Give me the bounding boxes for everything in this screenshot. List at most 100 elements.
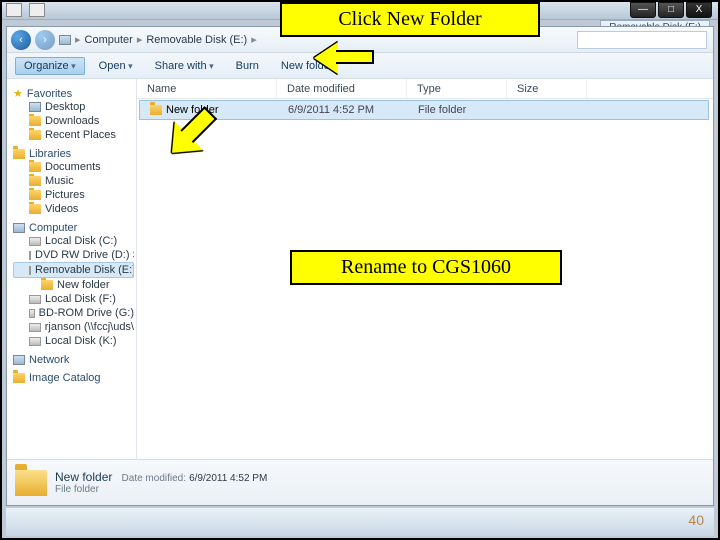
minimize-button[interactable]: — — [630, 2, 656, 18]
sidebar-item-network-drive[interactable]: rjanson (\\fccj\uds\ — [13, 320, 134, 334]
organize-button[interactable]: Organize — [15, 57, 85, 75]
sidebar-label: Removable Disk (E:) — [35, 264, 134, 276]
details-pane: New folder Date modified: 6/9/2011 4:52 … — [7, 459, 713, 505]
folder-icon — [41, 280, 53, 290]
sidebar-group-favorites[interactable]: ★ Favorites — [13, 87, 134, 100]
search-input[interactable] — [577, 31, 707, 49]
sidebar-label: Computer — [29, 222, 77, 234]
sidebar-label: Pictures — [45, 189, 85, 201]
open-button[interactable]: Open — [91, 58, 141, 74]
details-date-label: Date modified: — [122, 473, 186, 484]
sidebar-label: Recent Places — [45, 129, 116, 141]
folder-icon — [29, 162, 41, 172]
sidebar-label: Image Catalog — [29, 372, 101, 384]
sidebar-item-pictures[interactable]: Pictures — [13, 188, 134, 202]
chevron-right-icon: ▸ — [251, 33, 257, 46]
close-button[interactable]: X — [686, 2, 712, 18]
sidebar-item-documents[interactable]: Documents — [13, 160, 134, 174]
sidebar-item-drive-c[interactable]: Local Disk (C:) — [13, 234, 134, 248]
sidebar-item-new-folder[interactable]: New folder — [13, 278, 134, 292]
disc-icon — [29, 251, 31, 260]
sidebar-item-removable-e[interactable]: Removable Disk (E:) — [13, 262, 134, 278]
sidebar-label: Desktop — [45, 101, 85, 113]
sidebar-item-bdrom-g[interactable]: BD-ROM Drive (G:) — [13, 306, 134, 320]
col-header-name[interactable]: Name — [137, 79, 277, 98]
taskbar-pinned-icon — [6, 3, 22, 17]
network-icon — [13, 355, 25, 365]
sidebar-label: Music — [45, 175, 74, 187]
sidebar-label: Network — [29, 354, 69, 366]
sidebar-label: Local Disk (C:) — [45, 235, 117, 247]
sidebar-label: Documents — [45, 161, 101, 173]
computer-icon — [59, 35, 71, 45]
folder-icon — [29, 190, 41, 200]
callout-click-new-folder: Click New Folder — [280, 2, 540, 37]
sidebar-label: Libraries — [29, 148, 71, 160]
col-header-size[interactable]: Size — [507, 79, 587, 98]
sidebar-label: rjanson (\\fccj\uds\ — [45, 321, 134, 333]
maximize-button[interactable]: □ — [658, 2, 684, 18]
burn-button[interactable]: Burn — [228, 58, 267, 74]
drive-icon — [29, 295, 41, 304]
breadcrumb-computer[interactable]: Computer — [85, 34, 133, 46]
details-date: 6/9/2011 4:52 PM — [189, 473, 267, 484]
col-header-date[interactable]: Date modified — [277, 79, 407, 98]
drive-icon — [29, 337, 41, 346]
taskbar-pinned-icon — [29, 3, 45, 17]
navigation-sidebar: ★ Favorites Desktop Downloads Recent Pla… — [7, 79, 137, 459]
network-drive-icon — [29, 323, 41, 332]
sidebar-item-videos[interactable]: Videos — [13, 202, 134, 216]
breadcrumb-drive[interactable]: Removable Disk (E:) — [146, 34, 247, 46]
sidebar-label: Favorites — [27, 88, 72, 100]
arrow-left-icon — [314, 42, 338, 74]
folder-icon — [29, 116, 41, 126]
sidebar-item-music[interactable]: Music — [13, 174, 134, 188]
slide-number: 40 — [688, 512, 704, 528]
libraries-icon — [13, 149, 25, 159]
back-button[interactable]: ‹ — [11, 30, 31, 50]
sidebar-label: Videos — [45, 203, 78, 215]
disc-icon — [29, 309, 35, 318]
sidebar-item-dvd-d[interactable]: DVD RW Drive (D:) S — [13, 248, 134, 262]
sidebar-item-drive-k[interactable]: Local Disk (K:) — [13, 334, 134, 348]
folder-icon — [29, 130, 41, 140]
sidebar-item-desktop[interactable]: Desktop — [13, 100, 134, 114]
details-title: New folder — [55, 470, 112, 484]
sidebar-label: Downloads — [45, 115, 99, 127]
star-icon: ★ — [13, 87, 23, 100]
file-row-new-folder[interactable]: New folder 6/9/2011 4:52 PM File folder — [139, 100, 709, 120]
chevron-right-icon: ▸ — [75, 33, 81, 46]
drive-icon — [29, 266, 31, 275]
folder-icon — [13, 373, 25, 383]
sidebar-label: Local Disk (K:) — [45, 335, 117, 347]
share-with-button[interactable]: Share with — [147, 58, 222, 74]
desktop-icon — [29, 102, 41, 112]
folder-large-icon — [15, 470, 47, 496]
column-headers: Name Date modified Type Size — [137, 79, 713, 99]
sidebar-item-downloads[interactable]: Downloads — [13, 114, 134, 128]
sidebar-group-computer[interactable]: Computer — [13, 222, 134, 234]
sidebar-item-drive-f[interactable]: Local Disk (F:) — [13, 292, 134, 306]
sidebar-label: BD-ROM Drive (G:) — [39, 307, 134, 319]
taskbar — [6, 508, 714, 536]
file-type: File folder — [408, 104, 508, 116]
window-controls: — □ X — [630, 2, 712, 18]
sidebar-label: New folder — [57, 279, 110, 291]
sidebar-item-recent[interactable]: Recent Places — [13, 128, 134, 142]
arrow-shaft — [336, 50, 374, 64]
folder-icon — [150, 105, 162, 115]
folder-icon — [29, 204, 41, 214]
sidebar-group-network[interactable]: Network — [13, 354, 134, 366]
col-header-type[interactable]: Type — [407, 79, 507, 98]
callout-rename: Rename to CGS1060 — [290, 250, 562, 285]
chevron-right-icon: ▸ — [137, 33, 143, 46]
sidebar-group-libraries[interactable]: Libraries — [13, 148, 134, 160]
forward-button[interactable]: › — [35, 30, 55, 50]
file-date: 6/9/2011 4:52 PM — [278, 104, 408, 116]
folder-icon — [29, 176, 41, 186]
sidebar-label: Local Disk (F:) — [45, 293, 116, 305]
details-type: File folder — [55, 484, 267, 495]
computer-icon — [13, 223, 25, 233]
sidebar-group-image-catalog[interactable]: Image Catalog — [13, 372, 134, 384]
sidebar-label: DVD RW Drive (D:) S — [35, 249, 134, 261]
